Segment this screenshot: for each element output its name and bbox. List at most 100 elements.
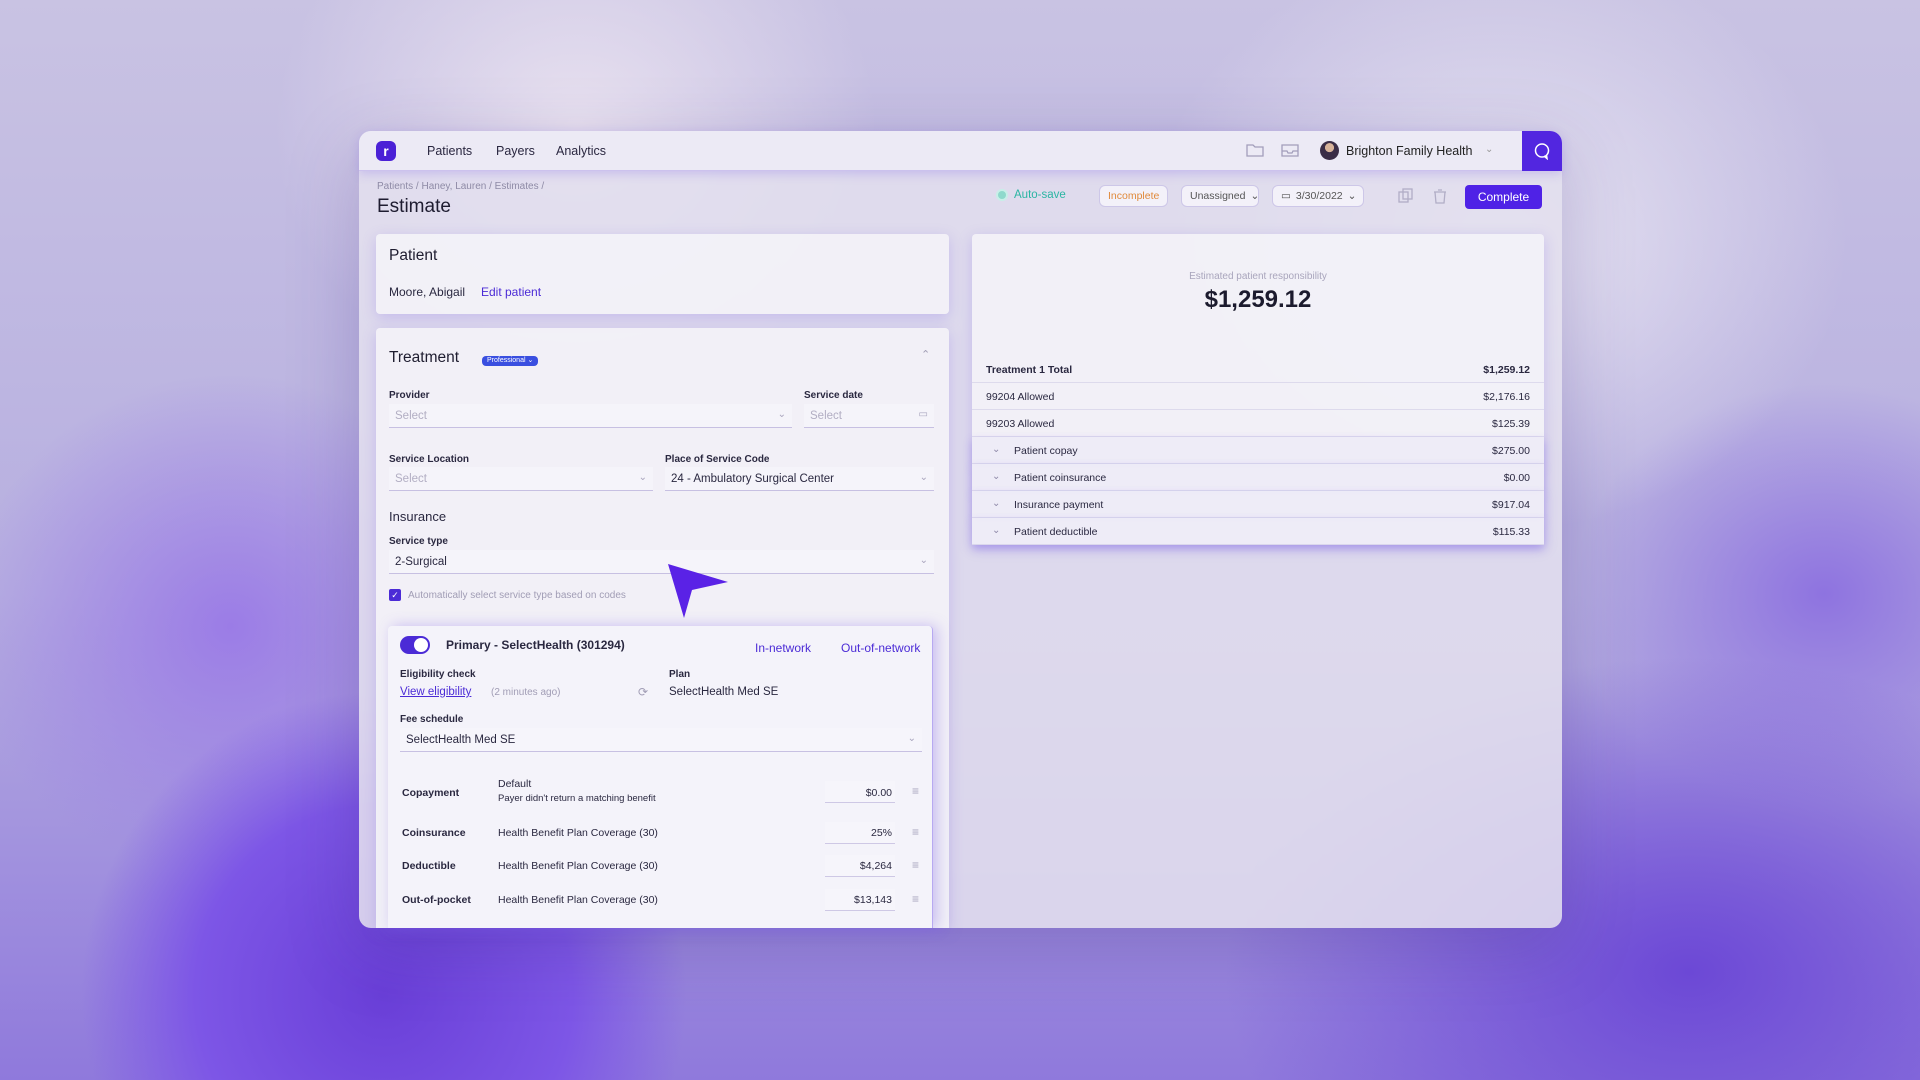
trash-icon[interactable] xyxy=(1431,187,1449,205)
service-location-placeholder: Select xyxy=(395,473,427,485)
help-button[interactable] xyxy=(1522,131,1562,171)
chevron-down-icon: ⌄ xyxy=(992,498,1001,509)
summary-row-99204: 99204 Allowed $2,176.16 xyxy=(972,383,1544,410)
insurance-panel: Primary - SelectHealth (301294) In-netwo… xyxy=(388,626,933,928)
chevron-down-icon: ⌄ xyxy=(1347,190,1357,202)
edit-patient-link[interactable]: Edit patient xyxy=(481,285,541,299)
eligibility-label: Eligibility check xyxy=(400,669,476,680)
fee-schedule-value: SelectHealth Med SE xyxy=(406,734,516,746)
auto-select-label[interactable]: Automatically select service type based … xyxy=(408,590,626,601)
folder-icon[interactable] xyxy=(1246,142,1264,158)
benefit-source: Health Benefit Plan Coverage (30) xyxy=(498,860,658,872)
summary-row-value: $275.00 xyxy=(1492,445,1530,457)
service-date-placeholder: Select xyxy=(810,410,842,422)
in-network-tab[interactable]: In-network xyxy=(755,641,811,655)
pos-code-value: 24 - Ambulatory Surgical Center xyxy=(671,473,834,485)
provider-label: Provider xyxy=(389,390,430,401)
fee-schedule-select[interactable]: SelectHealth Med SE ⌄ xyxy=(400,728,922,752)
status-badge[interactable]: Incomplete xyxy=(1099,185,1169,207)
org-switcher[interactable]: Brighton Family Health xyxy=(1346,144,1472,158)
summary-row-value: $115.33 xyxy=(1492,526,1530,538)
date-label: 3/30/2022 xyxy=(1295,190,1343,202)
nav-payers[interactable]: Payers xyxy=(496,144,535,158)
chevron-down-icon: ⌄ xyxy=(907,733,916,744)
out-of-network-tab[interactable]: Out-of-network xyxy=(841,641,920,655)
benefit-row-out-of-pocket: Out-of-pocket Health Benefit Plan Covera… xyxy=(400,885,925,915)
summary-row-patient-coinsurance[interactable]: ⌄ Patient coinsurance $0.00 xyxy=(972,464,1544,491)
insurance-toggle[interactable] xyxy=(400,636,430,654)
benefit-row-coinsurance: Coinsurance Health Benefit Plan Coverage… xyxy=(400,818,925,848)
summary-row-label: 99203 Allowed xyxy=(986,418,1055,430)
summary-row-value: $1,259.12 xyxy=(1483,364,1530,376)
inbox-icon[interactable] xyxy=(1281,142,1299,158)
professional-badge[interactable]: Professional ⌄ xyxy=(482,356,539,366)
summary-row-99203: 99203 Allowed $125.39 xyxy=(972,410,1544,437)
benefit-row-copayment: Copayment Default Payer didn't return a … xyxy=(400,773,925,813)
provider-placeholder: Select xyxy=(395,410,427,422)
chevron-down-icon: ⌄ xyxy=(919,555,928,566)
summary-row-label: Patient coinsurance xyxy=(1014,472,1107,484)
summary-row-insurance-payment[interactable]: ⌄ Insurance payment $917.04 xyxy=(972,491,1544,518)
refresh-icon[interactable]: ⟳ xyxy=(638,685,648,699)
responsibility-total: $1,259.12 xyxy=(1204,286,1312,313)
view-eligibility-link[interactable]: View eligibility xyxy=(400,686,471,698)
eligibility-time: (2 minutes ago) xyxy=(491,687,561,698)
date-picker[interactable]: ▭ 3/30/2022 ⌄ xyxy=(1272,185,1364,207)
autosave-label: Auto-save xyxy=(1014,189,1066,201)
benefit-note: Payer didn't return a matching benefit xyxy=(498,793,656,804)
duplicate-icon[interactable] xyxy=(1397,187,1415,205)
complete-button[interactable]: Complete xyxy=(1465,185,1542,209)
benefit-row-deductible: Deductible Health Benefit Plan Coverage … xyxy=(400,851,925,881)
chevron-down-icon: ⌄ xyxy=(777,409,786,420)
summary-row-patient-copay[interactable]: ⌄ Patient copay $275.00 xyxy=(972,437,1544,464)
responsibility-label: Estimated patient responsibility xyxy=(1189,271,1327,282)
plan-value: SelectHealth Med SE xyxy=(669,686,779,698)
pos-code-select[interactable]: 24 - Ambulatory Surgical Center ⌄ xyxy=(665,467,934,491)
chevron-down-icon: ⌄ xyxy=(992,525,1001,536)
summary-row-value: $917.04 xyxy=(1492,499,1530,511)
service-type-select[interactable]: 2-Surgical ⌄ xyxy=(389,550,934,574)
menu-icon[interactable]: ≡ xyxy=(912,784,919,798)
chevron-down-icon: ⌄ xyxy=(1250,190,1260,202)
service-date-label: Service date xyxy=(804,390,863,401)
breadcrumb[interactable]: Patients / Haney, Lauren / Estimates / xyxy=(377,181,544,192)
summary-row-label: Treatment 1 Total xyxy=(986,364,1073,376)
assignee-dropdown[interactable]: Unassigned ⌄ xyxy=(1181,185,1259,207)
summary-row-label: 99204 Allowed xyxy=(986,391,1055,403)
calendar-icon: ▭ xyxy=(918,409,928,420)
menu-icon[interactable]: ≡ xyxy=(912,892,919,906)
autosave-dot-icon xyxy=(996,189,1008,201)
chat-icon xyxy=(1534,143,1550,160)
summary-row-value: $2,176.16 xyxy=(1483,391,1530,403)
chevron-up-icon[interactable]: ⌃ xyxy=(921,348,930,361)
provider-select[interactable]: Select ⌄ xyxy=(389,404,792,428)
summary-row-value: $125.39 xyxy=(1492,418,1530,430)
menu-icon[interactable]: ≡ xyxy=(912,858,919,872)
chevron-down-icon: ⌄ xyxy=(638,472,647,483)
avatar[interactable] xyxy=(1320,141,1339,160)
benefit-value: $4,264 xyxy=(859,860,892,872)
pos-code-label: Place of Service Code xyxy=(665,454,770,465)
app-window: r Patients Payers Analytics Brighton Fam… xyxy=(359,131,1562,928)
fee-schedule-label: Fee schedule xyxy=(400,714,464,725)
summary-row-label: Patient copay xyxy=(1014,445,1078,457)
benefit-value: $13,143 xyxy=(854,894,892,906)
benefit-source: Health Benefit Plan Coverage (30) xyxy=(498,827,658,839)
summary-row-patient-deductible[interactable]: ⌄ Patient deductible $115.33 xyxy=(972,518,1544,545)
nav-patients[interactable]: Patients xyxy=(427,144,472,158)
service-location-select[interactable]: Select ⌄ xyxy=(389,467,653,491)
treatment-heading: Treatment xyxy=(389,349,460,366)
chevron-down-icon: ⌄ xyxy=(992,444,1001,455)
patient-heading: Patient xyxy=(389,247,438,264)
page-title: Estimate xyxy=(377,196,451,217)
auto-select-checkbox[interactable]: ✓ xyxy=(389,589,401,601)
benefit-name: Copayment xyxy=(402,787,460,799)
menu-icon[interactable]: ≡ xyxy=(912,825,919,839)
summary-row-label: Insurance payment xyxy=(1014,499,1104,511)
estimate-summary-card: Estimated patient responsibility $1,259.… xyxy=(972,234,1544,545)
app-logo[interactable]: r xyxy=(376,141,396,161)
nav-analytics[interactable]: Analytics xyxy=(556,144,606,158)
assignee-label: Unassigned xyxy=(1190,190,1246,202)
treatment-card: Treatment Professional ⌄ ⌃ Provider Sele… xyxy=(376,328,949,928)
service-date-input[interactable]: Select ▭ xyxy=(804,404,934,428)
